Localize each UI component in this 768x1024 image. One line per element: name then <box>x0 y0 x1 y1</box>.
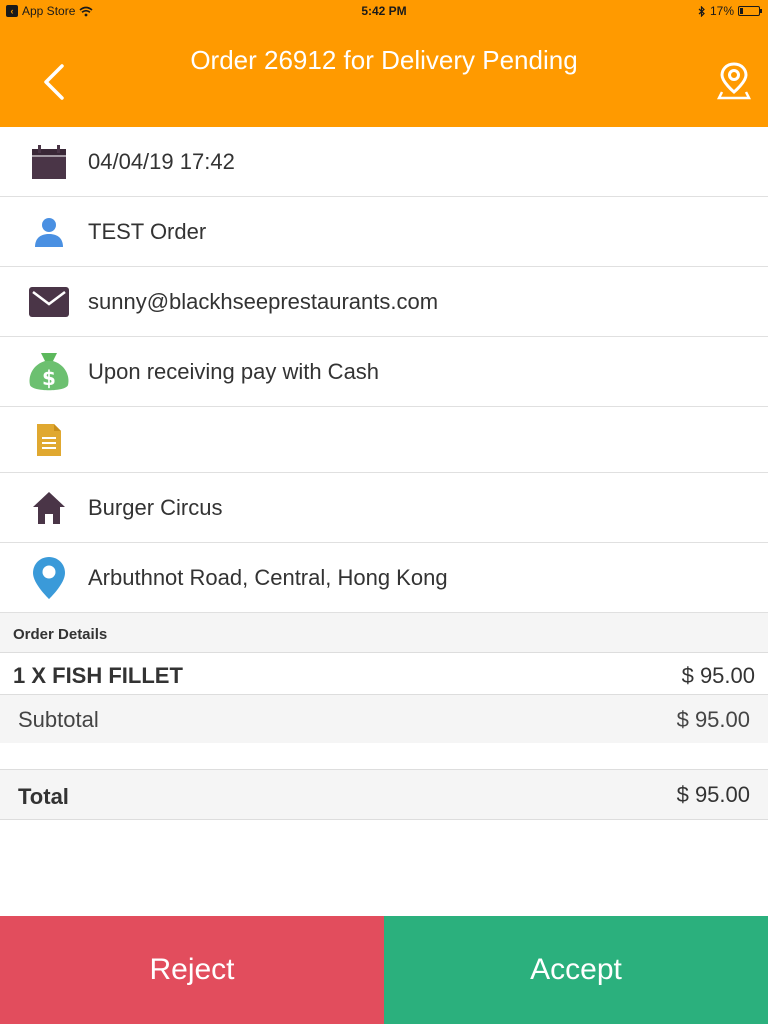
address-text: Arbuthnot Road, Central, Hong Kong <box>88 564 448 590</box>
page-title: Order 26912 for Delivery Pending <box>190 45 578 75</box>
note-icon <box>24 415 74 465</box>
header-bar: Order 26912 for Delivery Pending <box>0 22 768 127</box>
total-value: $ 95.00 <box>676 782 750 807</box>
subtotal-row: Subtotal $ 95.00 <box>0 695 768 743</box>
payment-method-text: Upon receiving pay with Cash <box>88 358 380 384</box>
chevron-left-icon <box>44 64 64 100</box>
total-row: Total $ 95.00 <box>0 769 768 820</box>
svg-text:$: $ <box>42 366 56 390</box>
accept-button[interactable]: Accept <box>384 916 768 1024</box>
restaurant-row: Burger Circus <box>0 473 768 543</box>
action-bar: Reject Accept <box>0 916 768 1024</box>
calendar-icon <box>24 137 74 187</box>
total-label: Total <box>18 784 69 809</box>
restaurant-name-text: Burger Circus <box>88 494 223 520</box>
back-button[interactable] <box>36 60 72 104</box>
order-note-row <box>0 407 768 473</box>
battery-fill <box>740 8 743 14</box>
envelope-icon <box>24 277 74 327</box>
customer-name-row: TEST Order <box>0 197 768 267</box>
reject-button[interactable]: Reject <box>0 916 384 1024</box>
status-bar: ‹ App Store 5:42 PM 17% <box>0 0 768 22</box>
map-button[interactable] <box>716 60 752 104</box>
order-item-row: 1 X FISH FILLET $ 95.00 <box>0 653 768 695</box>
status-time: 5:42 PM <box>361 4 407 18</box>
address-row: Arbuthnot Road, Central, Hong Kong <box>0 543 768 613</box>
payment-method-row: $ Upon receiving pay with Cash <box>0 337 768 407</box>
location-pin-icon <box>24 553 74 603</box>
map-pin-icon <box>716 62 752 100</box>
person-icon <box>24 207 74 257</box>
battery-icon <box>738 6 762 16</box>
customer-email-row: sunny@blackhseeprestaurants.com <box>0 267 768 337</box>
order-info-list: 04/04/19 17:42 TEST Order sunny@blackhse… <box>0 127 768 613</box>
customer-email-text: sunny@blackhseeprestaurants.com <box>88 288 439 314</box>
subtotal-label: Subtotal <box>18 707 99 732</box>
customer-name-text: TEST Order <box>88 218 207 244</box>
bluetooth-icon <box>698 5 705 17</box>
battery-percent: 17% <box>709 4 734 18</box>
home-icon <box>24 483 74 533</box>
subtotal-value: $ 95.00 <box>676 707 750 732</box>
order-screen: ‹ App Store 5:42 PM 17% Order 26912 for … <box>0 0 768 1024</box>
status-right: 17% <box>698 4 762 18</box>
money-bag-icon: $ <box>24 347 74 397</box>
order-details-header: Order Details <box>0 613 768 653</box>
order-item-price: $ 95.00 <box>681 663 755 688</box>
order-item-name: 1 X FISH FILLET <box>13 663 183 688</box>
order-date-text: 04/04/19 17:42 <box>88 148 235 174</box>
order-date-row: 04/04/19 17:42 <box>0 127 768 197</box>
